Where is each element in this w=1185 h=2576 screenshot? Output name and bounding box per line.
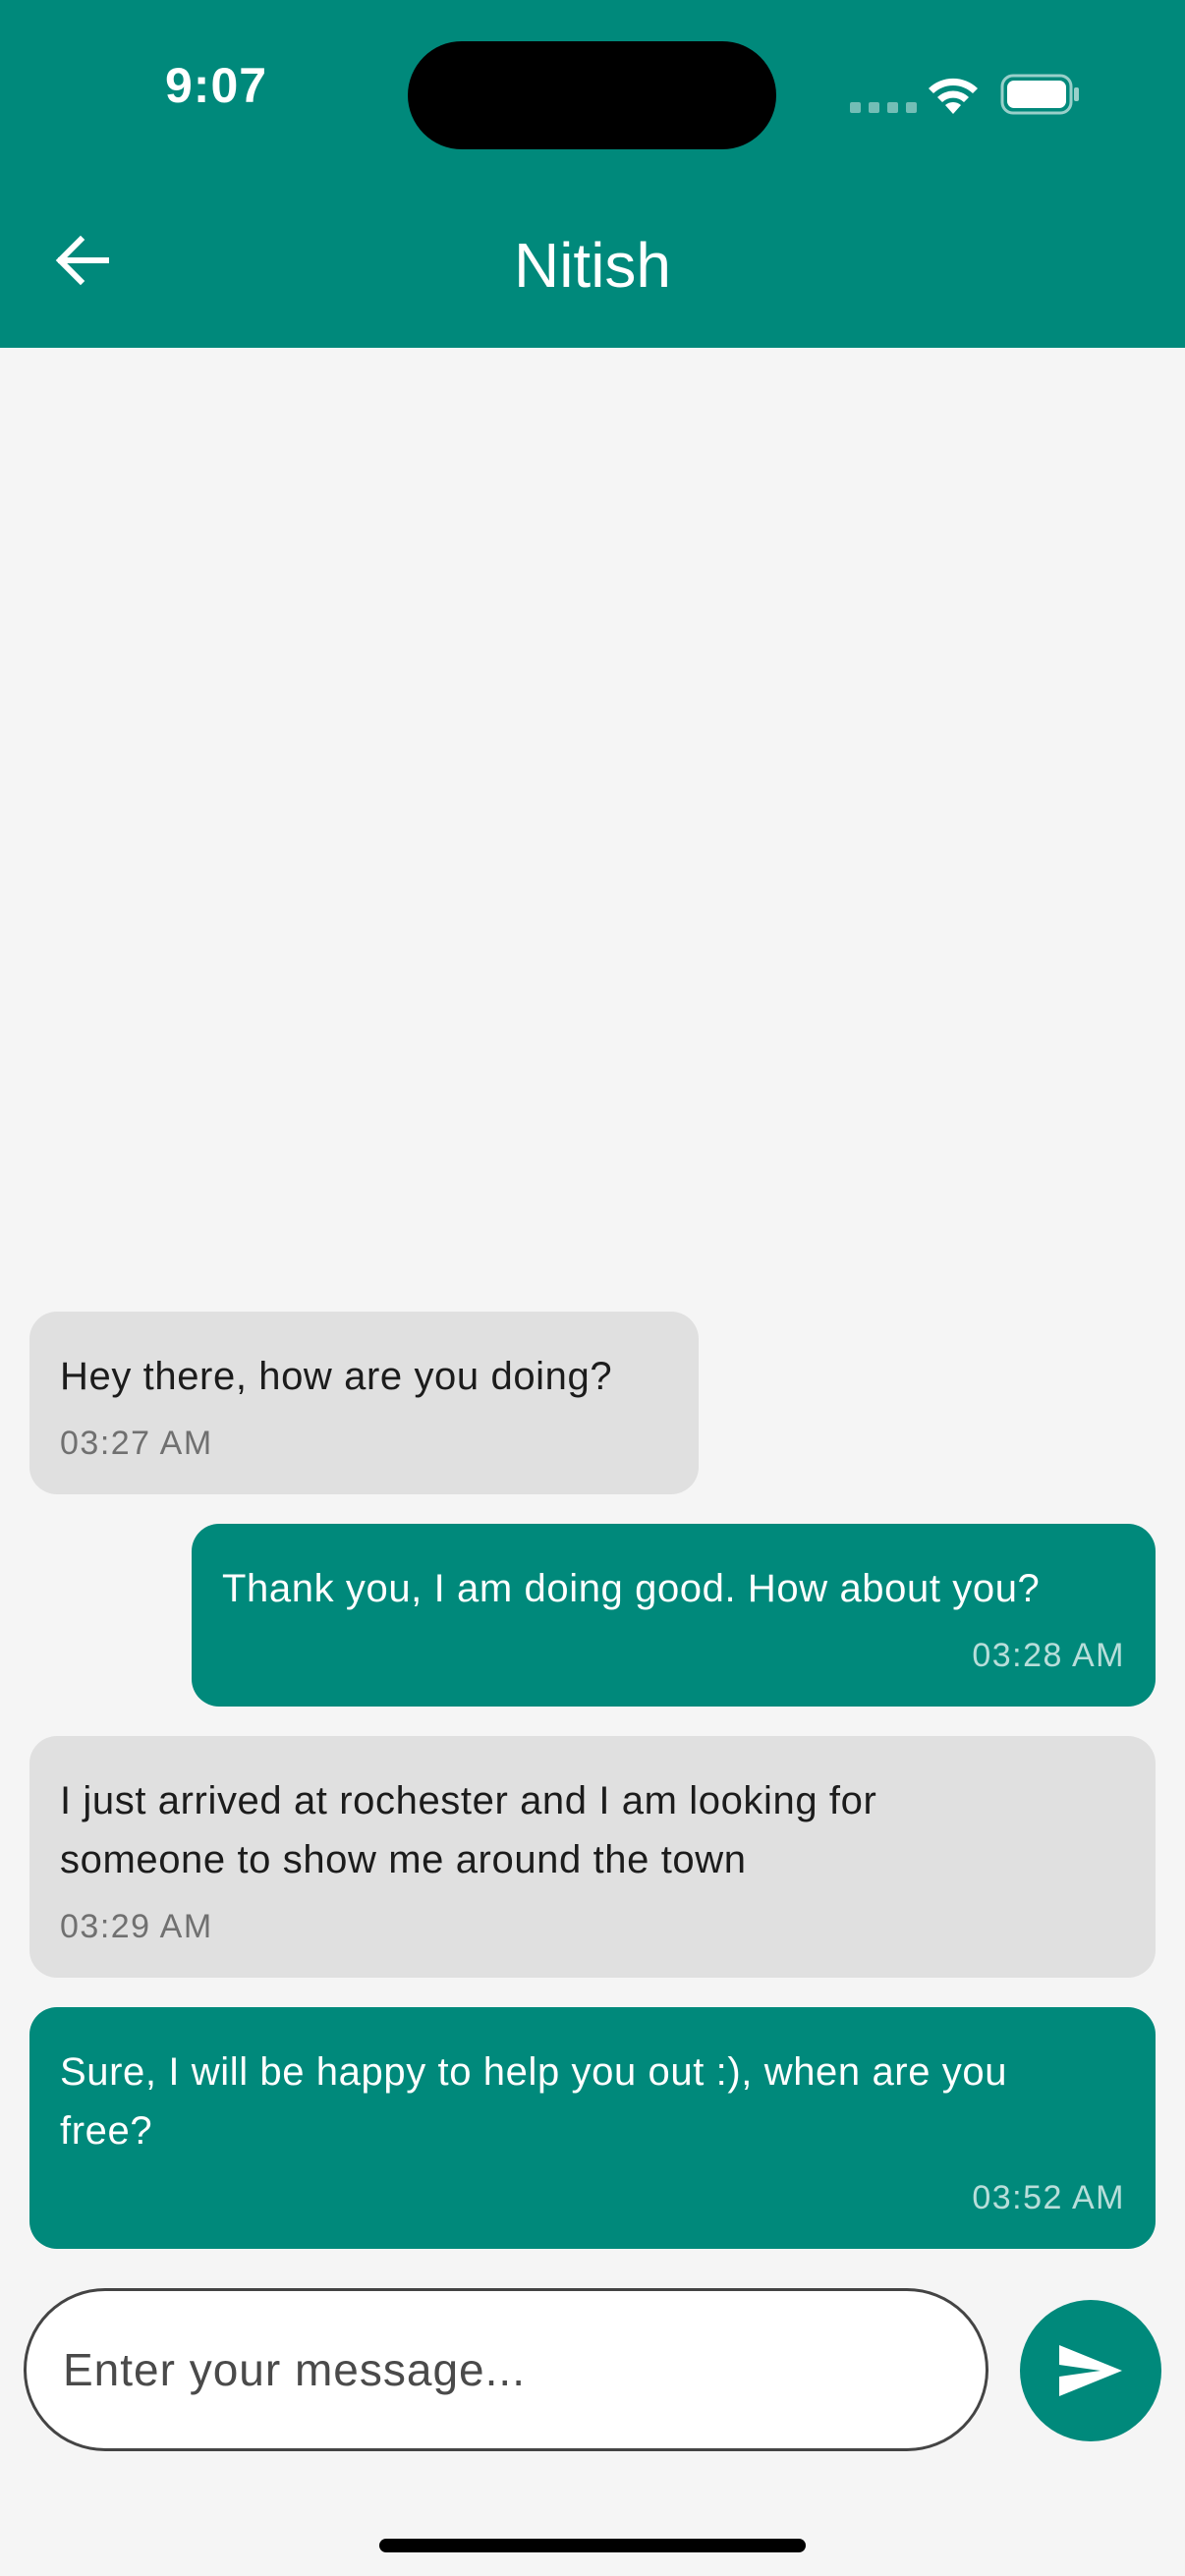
message-text: Thank you, I am doing good. How about yo… <box>222 1567 1041 1610</box>
message-text-line: free? <box>60 2109 153 2153</box>
send-icon <box>1059 2345 1122 2396</box>
home-indicator[interactable] <box>379 2539 806 2552</box>
message-text-line: someone to show me around the town <box>60 1838 747 1881</box>
battery-icon <box>1000 74 1079 115</box>
message-text-line: I just arrived at rochester and I am loo… <box>60 1779 877 1822</box>
cellular-signal-icon <box>850 102 917 113</box>
app-bar: 9:07 Nitish <box>0 0 1185 348</box>
message-input[interactable] <box>61 2342 930 2397</box>
message-bubble-received: Hey there, how are you doing? 03:27 AM <box>29 1312 699 1494</box>
status-bar-time: 9:07 <box>165 58 268 113</box>
message-time: 03:27 AM <box>60 1425 213 1462</box>
message-text: Hey there, how are you doing? <box>60 1355 613 1398</box>
message-bubble-received: I just arrived at rochester and I am loo… <box>29 1736 1156 1978</box>
message-bubble-sent: Thank you, I am doing good. How about yo… <box>192 1524 1156 1707</box>
message-bubble-sent: Sure, I will be happy to help you out :)… <box>29 2007 1156 2249</box>
page-title: Nitish <box>513 230 672 301</box>
send-button[interactable] <box>1020 2300 1161 2441</box>
dynamic-island <box>408 41 776 149</box>
wifi-icon <box>929 78 978 114</box>
message-time: 03:28 AM <box>972 1637 1125 1674</box>
message-time: 03:52 AM <box>972 2179 1125 2216</box>
message-time: 03:29 AM <box>60 1908 213 1945</box>
message-input-container[interactable] <box>24 2288 988 2451</box>
message-text-line: Sure, I will be happy to help you out :)… <box>60 2050 1008 2094</box>
